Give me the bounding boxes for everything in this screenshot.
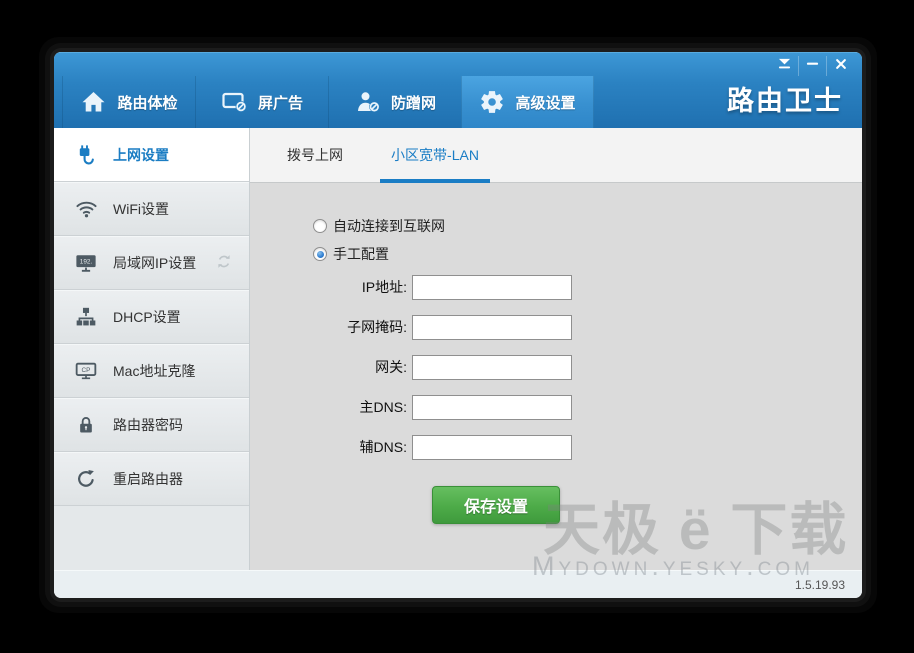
content-area: 拨号上网 小区宽带-LAN 自动连接到互联网 手工配置 IP地址: [250, 128, 862, 570]
form-row-secondary-dns: 辅DNS: [250, 435, 862, 475]
sidebar-label: 局域网IP设置 [113, 253, 196, 273]
triangle-down-with-bar-icon [777, 57, 792, 75]
sidebar-item-wifi-settings[interactable]: WiFi设置 [54, 182, 249, 236]
tab-dial-up[interactable]: 拨号上网 [250, 128, 380, 183]
primary-dns-label: 主DNS: [250, 395, 407, 420]
sidebar-label: Mac地址克隆 [113, 361, 195, 381]
sidebar-item-internet-settings[interactable]: 上网设置 [54, 128, 249, 182]
form-row-gateway: 网关: [250, 355, 862, 395]
gateway-label: 网关: [250, 355, 407, 380]
window-controls [770, 56, 854, 76]
minimize-icon [806, 57, 819, 75]
sidebar-item-restart-router[interactable]: 重启路由器 [54, 452, 249, 506]
close-icon [835, 57, 847, 75]
wifi-icon [73, 197, 99, 220]
ip-address-field[interactable] [412, 275, 572, 300]
form-row-ip: IP地址: [250, 275, 862, 315]
monitor-clone-icon: CP [73, 360, 99, 382]
subnet-mask-field[interactable] [412, 315, 572, 340]
sidebar-label: 路由器密码 [113, 415, 183, 435]
content-tabbar: 拨号上网 小区宽带-LAN [250, 128, 862, 183]
gear-icon [479, 89, 505, 115]
lan-settings-panel: 自动连接到互联网 手工配置 IP地址: 子网掩码: [250, 212, 862, 598]
nav-item-block-ads[interactable]: 屏广告 [195, 76, 328, 128]
home-icon [80, 90, 107, 114]
radio-button-checked[interactable] [313, 247, 327, 261]
sync-icon [215, 252, 233, 273]
person-block-icon [354, 90, 381, 114]
close-button[interactable] [826, 56, 854, 76]
secondary-dns-label: 辅DNS: [250, 435, 407, 460]
sidebar: 上网设置 WiFi设置 192. [54, 128, 250, 570]
radio-manual-config[interactable]: 手工配置 [313, 240, 862, 268]
nav-label: 屏广告 [258, 92, 303, 113]
app-logo: 路由卫士 [727, 76, 843, 129]
monitor-ip-icon: 192. [73, 252, 99, 274]
sidebar-label: 重启路由器 [113, 469, 183, 489]
nav-label: 路由体检 [117, 92, 177, 113]
primary-dns-field[interactable] [412, 395, 572, 420]
sidebar-item-lan-ip-settings[interactable]: 192. 局域网IP设置 [54, 236, 249, 290]
minimize-button[interactable] [798, 56, 826, 76]
nav-item-anti-leech[interactable]: 防蹭网 [328, 76, 461, 128]
skin-menu-button[interactable] [770, 56, 798, 76]
sidebar-label: DHCP设置 [113, 307, 181, 327]
radio-auto-connect[interactable]: 自动连接到互联网 [313, 212, 862, 240]
radio-label: 自动连接到互联网 [333, 216, 445, 236]
sidebar-item-mac-clone[interactable]: CP Mac地址克隆 [54, 344, 249, 398]
nav-label: 高级设置 [515, 92, 575, 113]
ip-address-label: IP地址: [250, 275, 407, 300]
header: 路由体检 屏广告 [54, 52, 862, 128]
nav-item-router-check[interactable]: 路由体检 [62, 76, 195, 128]
sidebar-label: 上网设置 [113, 145, 169, 165]
sidebar-label: WiFi设置 [113, 199, 169, 219]
main-area: 上网设置 WiFi设置 192. [54, 128, 862, 570]
radio-label: 手工配置 [333, 244, 389, 264]
main-nav: 路由体检 屏广告 [62, 76, 594, 128]
nav-label: 防蹭网 [391, 92, 436, 113]
monitor-block-icon [221, 90, 248, 114]
save-settings-button[interactable]: 保存设置 [432, 486, 560, 524]
subnet-mask-label: 子网掩码: [250, 315, 407, 340]
manual-config-form: IP地址: 子网掩码: 网关: 主DNS: [250, 275, 862, 475]
radio-button-unchecked[interactable] [313, 219, 327, 233]
sidebar-item-dhcp-settings[interactable]: DHCP设置 [54, 290, 249, 344]
nav-item-advanced-settings[interactable]: 高级设置 [461, 76, 594, 128]
plug-icon [73, 143, 99, 166]
svg-text:CP: CP [82, 367, 91, 374]
form-row-subnet: 子网掩码: [250, 315, 862, 355]
network-tree-icon [73, 306, 99, 328]
sidebar-item-router-password[interactable]: 路由器密码 [54, 398, 249, 452]
lock-icon [73, 414, 99, 436]
svg-text:192.: 192. [80, 258, 93, 265]
form-row-primary-dns: 主DNS: [250, 395, 862, 435]
secondary-dns-field[interactable] [412, 435, 572, 460]
tab-lan-broadband[interactable]: 小区宽带-LAN [380, 128, 490, 183]
restart-icon [73, 468, 99, 490]
gateway-field[interactable] [412, 355, 572, 380]
app-window: 路由体检 屏广告 [54, 52, 862, 598]
